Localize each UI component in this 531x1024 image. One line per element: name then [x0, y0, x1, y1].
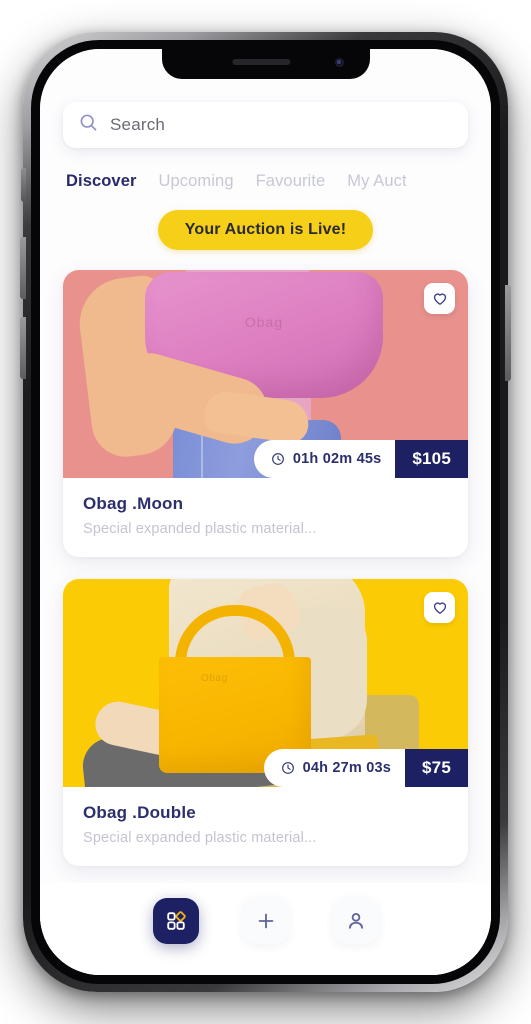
category-tabs: Discover Upcoming Favourite My Auct — [66, 172, 491, 193]
live-banner-row: Your Auction is Live! — [40, 210, 491, 250]
grid-apps-icon — [166, 911, 186, 930]
silent-switch[interactable] — [21, 168, 26, 202]
current-price: $75 — [405, 749, 468, 787]
countdown-value: 01h 02m 45s — [292, 451, 382, 467]
nav-profile-button[interactable] — [332, 898, 379, 944]
search-bar[interactable] — [63, 102, 468, 148]
auction-description: Special expanded plastic material... — [83, 521, 317, 537]
auction-card-list: Obag 01h 02m 45s $105 Obag .Moon Special… — [40, 270, 491, 866]
auction-meta-strip: 04h 27m 03s $75 — [263, 749, 468, 787]
auction-card-info: Obag .Double Special expanded plastic ma… — [63, 787, 468, 866]
bag-logo: Obag — [201, 673, 228, 684]
auction-card-image: Obag — [63, 270, 468, 478]
phone-mockup: Discover Upcoming Favourite My Auct Your… — [0, 0, 531, 1024]
auction-meta-strip: 01h 02m 45s $105 — [253, 440, 468, 478]
plus-icon — [258, 913, 273, 929]
favourite-button[interactable] — [424, 592, 455, 623]
search-input[interactable] — [110, 115, 452, 135]
auction-card[interactable]: Obag — [63, 579, 468, 866]
countdown-timer: 01h 02m 45s — [253, 440, 396, 478]
auction-card[interactable]: Obag — [63, 270, 468, 557]
clock-icon — [272, 453, 284, 465]
auction-title: Obag .Moon — [83, 494, 184, 513]
notch — [161, 49, 370, 79]
clock-icon — [281, 762, 294, 774]
heart-outline-icon — [433, 292, 446, 305]
auction-description: Special expanded plastic material... — [83, 830, 317, 846]
countdown-timer: 04h 27m 03s — [263, 749, 406, 787]
auction-title: Obag .Double — [83, 803, 196, 822]
auction-app: Discover Upcoming Favourite My Auct Your… — [40, 49, 491, 975]
countdown-value: 04h 27m 03s — [302, 760, 392, 776]
heart-outline-icon — [433, 601, 446, 614]
current-price: $105 — [395, 440, 468, 478]
bottom-navigation — [40, 883, 491, 975]
power-button[interactable] — [505, 285, 511, 381]
favourite-button[interactable] — [424, 283, 455, 314]
earpiece-speaker — [231, 59, 290, 65]
tab-upcoming[interactable]: Upcoming — [159, 172, 234, 193]
auction-card-image: Obag — [63, 579, 468, 787]
phone-screen: Discover Upcoming Favourite My Auct Your… — [40, 49, 491, 975]
nav-home-button[interactable] — [152, 898, 199, 944]
volume-up-button[interactable] — [20, 237, 26, 299]
tab-favourite[interactable]: Favourite — [256, 172, 326, 193]
your-auction-is-live-button[interactable]: Your Auction is Live! — [157, 210, 374, 250]
volume-down-button[interactable] — [20, 317, 26, 379]
search-icon — [79, 113, 98, 137]
front-camera-icon — [334, 58, 344, 67]
tab-my-auctions[interactable]: My Auct — [347, 172, 406, 193]
person-icon — [348, 913, 363, 929]
auction-card-info: Obag .Moon Special expanded plastic mate… — [63, 478, 468, 557]
nav-add-button[interactable] — [242, 898, 289, 944]
bag-logo: Obag — [244, 314, 284, 330]
tab-discover[interactable]: Discover — [66, 172, 137, 193]
app-scroll-area[interactable]: Discover Upcoming Favourite My Auct Your… — [40, 49, 491, 975]
